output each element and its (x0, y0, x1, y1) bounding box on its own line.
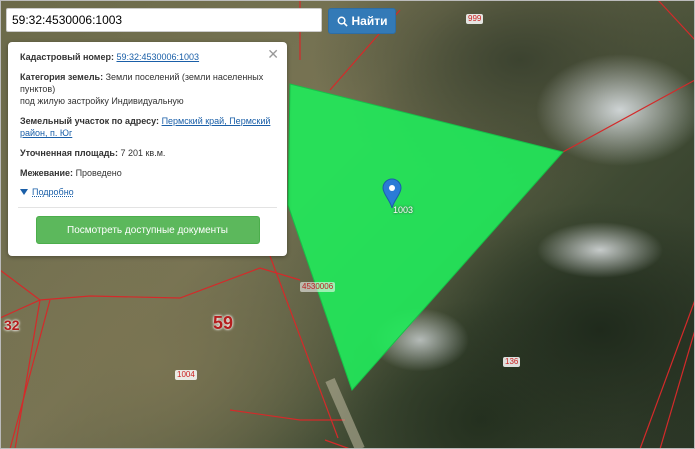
divider (18, 207, 277, 208)
search-button-label: Найти (351, 14, 388, 28)
parcel-info-popup: ✕ Кадастровый номер: 59:32:4530006:1003 … (8, 42, 287, 256)
cadastral-row: Кадастровый номер: 59:32:4530006:1003 (20, 51, 275, 63)
category-label: Категория земель: (20, 72, 104, 82)
caret-down-icon (20, 189, 28, 195)
boundary-line (562, 79, 695, 153)
address-label: Земельный участок по адресу: (20, 116, 160, 126)
boundary-line (0, 269, 41, 301)
boundary-line (324, 439, 351, 449)
cadastral-number-link[interactable]: 59:32:4530006:1003 (116, 52, 199, 62)
quarter-label: 4530006 (300, 282, 336, 292)
parcel-label-999: 999 (466, 14, 484, 24)
search-input[interactable] (6, 8, 322, 32)
cadastral-label: Кадастровый номер: (20, 52, 114, 62)
address-row: Земельный участок по адресу: Пермский кр… (20, 115, 275, 139)
road (325, 378, 365, 449)
boundary-line (0, 267, 301, 319)
close-icon[interactable]: ✕ (267, 46, 279, 63)
map-view[interactable]: 999 1003 4530006 59 32 1004 136 Найти ✕ … (0, 0, 695, 449)
search-button[interactable]: Найти (328, 8, 396, 34)
parcel-label-136: 136 (503, 357, 521, 367)
area-label: Уточненная площадь: (20, 148, 118, 158)
area-row: Уточненная площадь: 7 201 кв.м. (20, 147, 275, 159)
district-label-59: 59 (213, 313, 234, 333)
category-value-2: под жилую застройку Индивидуальную (20, 96, 184, 106)
survey-row: Межевание: Проведено (20, 167, 275, 179)
search-icon (337, 16, 348, 27)
boundary-line (657, 0, 695, 41)
view-documents-button[interactable]: Посмотреть доступные документы (35, 216, 260, 244)
selected-parcel[interactable] (287, 83, 564, 391)
more-details-toggle[interactable]: Подробно (20, 187, 275, 197)
parcel-label-1003: 1003 (393, 205, 414, 215)
parcel-label-1004: 1004 (175, 370, 197, 380)
more-details-label: Подробно (32, 187, 74, 197)
survey-value: Проведено (75, 168, 122, 178)
district-label-32: 32 (4, 317, 20, 333)
category-row: Категория земель: Земли поселений (земли… (20, 71, 275, 107)
boundary-line (639, 299, 695, 449)
survey-label: Межевание: (20, 168, 74, 178)
area-value: 7 201 кв.м. (120, 148, 166, 158)
